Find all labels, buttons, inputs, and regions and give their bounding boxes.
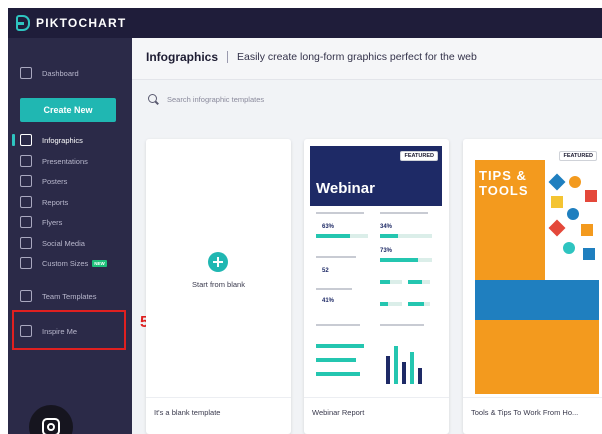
thumbnail-section xyxy=(475,280,599,320)
start-from-blank-label: Start from blank xyxy=(192,280,245,289)
new-badge: NEW xyxy=(92,259,107,267)
search-input[interactable] xyxy=(167,95,417,104)
sidebar-item-reports[interactable]: Reports xyxy=(20,194,68,210)
sidebar-item-infographics[interactable]: Infographics xyxy=(20,132,83,148)
card-caption: Webinar Report xyxy=(312,408,365,417)
sidebar-item-presentations[interactable]: Presentations xyxy=(20,153,88,169)
flyer-icon xyxy=(20,216,32,228)
thumbnail-stat: 34% xyxy=(380,224,393,230)
sidebar-item-flyers[interactable]: Flyers xyxy=(20,214,62,230)
search-bar xyxy=(148,94,417,105)
header-separator xyxy=(227,51,228,63)
featured-badge: FEATURED xyxy=(559,151,597,161)
sidebar-item-label: Social Media xyxy=(42,238,85,248)
template-card-tips-tools[interactable]: TIPS & TOOLS FEATURED Tools & Tips To Wo… xyxy=(463,139,602,434)
sidebar-item-label: Posters xyxy=(42,176,68,186)
sidebar-item-label: Presentations xyxy=(42,156,88,166)
thumbnail-stat: 73% xyxy=(380,248,393,254)
logo-text: PIKTOCHART xyxy=(36,16,127,30)
top-bar: PIKTOCHART xyxy=(8,8,602,38)
sidebar-item-label: Infographics xyxy=(42,135,83,145)
thumbnail-body: TIPS & TOOLS FEATURED xyxy=(469,146,601,394)
thumbnail-section xyxy=(475,320,599,394)
thumbnail-title: Webinar xyxy=(316,180,375,197)
social-media-icon xyxy=(20,237,32,249)
thumbnail-title: TIPS & TOOLS xyxy=(479,168,529,198)
piktochart-logo[interactable]: PIKTOCHART xyxy=(16,15,126,31)
ruler-icon xyxy=(20,257,32,269)
thumbnail-hero: TIPS & TOOLS xyxy=(475,160,545,280)
presentation-icon xyxy=(20,155,32,167)
thumbnail-stat: 52 xyxy=(322,268,329,274)
annotation-highlight-box xyxy=(12,310,126,350)
card-divider xyxy=(146,397,291,398)
screen-capture-button[interactable] xyxy=(29,405,73,434)
template-thumbnail: Webinar 63% 34% 73% 52 41% FEATURED xyxy=(310,146,442,394)
sidebar-item-label: Team Templates xyxy=(42,291,97,301)
featured-badge: FEATURED xyxy=(400,151,438,161)
chart-icon xyxy=(20,134,32,146)
template-card-blank[interactable]: Start from blank It's a blank template xyxy=(146,139,291,434)
card-divider xyxy=(463,397,602,398)
sidebar-item-label: Dashboard xyxy=(42,68,79,78)
sidebar-item-team-templates[interactable]: Team Templates xyxy=(20,288,96,304)
thumbnail-stat: 63% xyxy=(322,224,335,230)
plus-icon xyxy=(208,252,228,272)
content-header: Infographics Easily create long-form gra… xyxy=(132,38,602,80)
search-icon xyxy=(148,94,159,105)
sidebar: Dashboard Create New Infographics Presen… xyxy=(8,38,132,434)
sidebar-item-posters[interactable]: Posters xyxy=(20,173,67,189)
create-new-button[interactable]: Create New xyxy=(20,98,116,122)
app-window: PIKTOCHART Dashboard Create New Infograp… xyxy=(8,8,602,434)
page-subtitle: Easily create long-form graphics perfect… xyxy=(237,51,477,63)
lens-icon xyxy=(47,423,55,431)
active-indicator xyxy=(12,134,15,146)
sidebar-item-dashboard[interactable]: Dashboard xyxy=(20,65,79,81)
sidebar-item-label: Custom Sizes xyxy=(42,258,89,268)
template-card-webinar[interactable]: Webinar 63% 34% 73% 52 41% FEATURED Webi… xyxy=(304,139,449,434)
team-templates-icon xyxy=(20,290,32,302)
sidebar-item-custom-sizes[interactable]: Custom Sizes NEW xyxy=(20,255,107,271)
thumbnail-stat: 41% xyxy=(322,298,335,304)
sidebar-item-label: Flyers xyxy=(42,217,63,227)
page-title: Infographics xyxy=(146,50,219,64)
thumbnail-body: 63% 34% 73% 52 41% xyxy=(310,206,442,394)
card-divider xyxy=(304,397,449,398)
card-caption: Tools & Tips To Work From Ho... xyxy=(471,408,579,417)
sidebar-item-label: Reports xyxy=(42,197,69,207)
report-icon xyxy=(20,196,32,208)
template-thumbnail: TIPS & TOOLS FEATURED xyxy=(469,146,601,394)
logo-icon xyxy=(16,15,30,31)
dashboard-icon xyxy=(20,67,32,79)
sidebar-item-social-media[interactable]: Social Media xyxy=(20,235,85,251)
card-caption: It's a blank template xyxy=(154,408,221,417)
poster-icon xyxy=(20,175,32,187)
